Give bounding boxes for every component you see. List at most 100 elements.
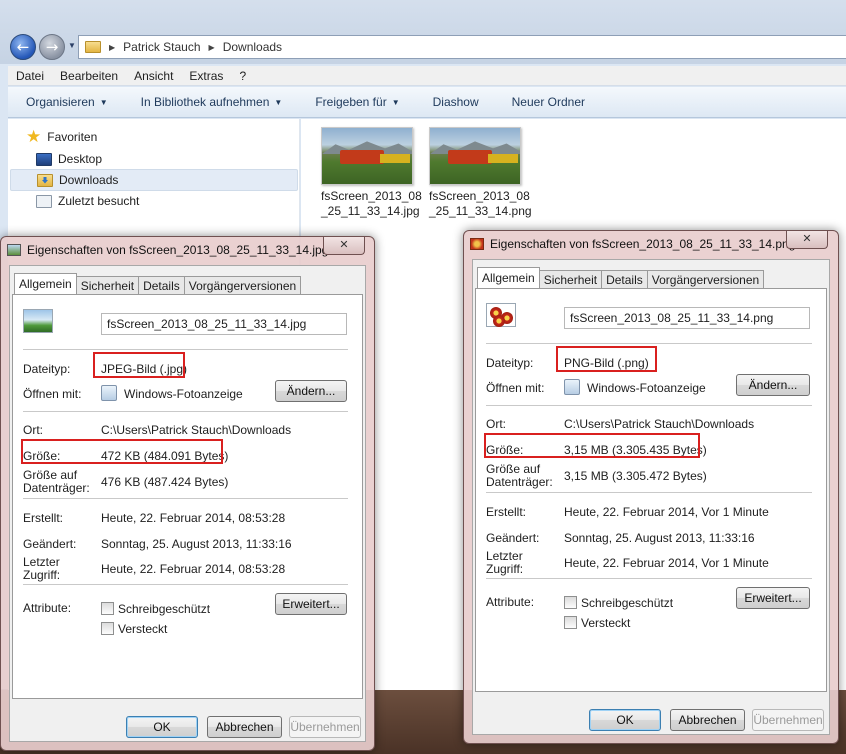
- share-button[interactable]: Freigeben für ▼: [297, 95, 414, 109]
- menu-file[interactable]: Datei: [8, 69, 52, 83]
- open-with-value: Windows-Fotoanzeige: [587, 381, 706, 395]
- readonly-checkbox[interactable]: [564, 596, 577, 609]
- slideshow-label: Diashow: [432, 95, 479, 109]
- nav-item-favorites[interactable]: ★ Favoriten: [10, 126, 298, 148]
- apply-button[interactable]: Übernehmen: [289, 716, 361, 738]
- created-label: Erstellt:: [486, 505, 527, 519]
- location-label: Ort:: [486, 417, 506, 431]
- hidden-checkbox[interactable]: [564, 616, 577, 629]
- ok-button[interactable]: OK: [589, 709, 661, 731]
- image-file-icon: [470, 238, 484, 250]
- breadcrumb-user[interactable]: Patrick Stauch: [123, 40, 200, 54]
- highlight-box: [21, 439, 223, 464]
- properties-dialog-jpg: Eigenschaften von fsScreen_2013_08_25_11…: [0, 236, 375, 751]
- chevron-down-icon: ▼: [99, 97, 108, 107]
- type-label: Dateityp:: [23, 362, 71, 376]
- tab-previous-versions[interactable]: Vorgängerversionen: [646, 270, 765, 288]
- photo-viewer-icon: [101, 385, 117, 401]
- modified-value: Sonntag, 25. August 2013, 11:33:16: [101, 537, 292, 551]
- menu-tools[interactable]: Extras: [181, 69, 231, 83]
- nav-label: Desktop: [58, 152, 103, 166]
- file-name: fsScreen_2013_08 _25_11_33_14.png: [429, 189, 532, 218]
- nav-item-desktop[interactable]: Desktop: [10, 148, 298, 170]
- nav-item-recent[interactable]: Zuletzt besucht: [10, 190, 298, 212]
- accessed-label: Letzter Zugriff:: [486, 549, 524, 576]
- close-button[interactable]: ✕: [323, 237, 365, 255]
- dialog-titlebar[interactable]: Eigenschaften von fsScreen_2013_08_25_11…: [464, 231, 838, 257]
- file-name: fsScreen_2013_08 _25_11_33_14.jpg: [321, 189, 422, 218]
- change-button[interactable]: Ändern...: [275, 380, 347, 402]
- jpg-file-icon: [23, 309, 53, 333]
- new-folder-label: Neuer Ordner: [511, 95, 586, 109]
- tab-strip: Allgemein Sicherheit Details Vorgängerve…: [14, 273, 302, 294]
- menu-view[interactable]: Ansicht: [126, 69, 181, 83]
- address-bar[interactable]: ▶ Patrick Stauch ▶ Downloads: [78, 35, 846, 59]
- cancel-button[interactable]: Abbrechen: [207, 716, 282, 738]
- location-value: C:\Users\Patrick Stauch\Downloads: [564, 417, 755, 431]
- advanced-button[interactable]: Erweitert...: [736, 587, 810, 609]
- file-thumbnail: [321, 127, 413, 185]
- organize-label: Organisieren: [26, 95, 95, 109]
- png-file-icon: [486, 303, 516, 327]
- apply-button[interactable]: Übernehmen: [752, 709, 824, 731]
- advanced-button[interactable]: Erweitert...: [275, 593, 347, 615]
- breadcrumb-downloads[interactable]: Downloads: [223, 40, 282, 54]
- file-thumbnail: [429, 127, 521, 185]
- properties-dialog-png: Eigenschaften von fsScreen_2013_08_25_11…: [463, 230, 839, 744]
- dialog-body: Allgemein Sicherheit Details Vorgängerve…: [9, 265, 366, 742]
- created-value: Heute, 22. Februar 2014, Vor 1 Minute: [564, 505, 769, 519]
- filename-input[interactable]: fsScreen_2013_08_25_11_33_14.jpg: [101, 313, 347, 335]
- tab-previous-versions[interactable]: Vorgängerversionen: [183, 276, 302, 294]
- slideshow-button[interactable]: Diashow: [415, 95, 494, 109]
- change-button[interactable]: Ändern...: [736, 374, 810, 396]
- cancel-button[interactable]: Abbrechen: [670, 709, 745, 731]
- tab-general[interactable]: Allgemein: [477, 267, 540, 288]
- general-panel: fsScreen_2013_08_25_11_33_14.png Dateity…: [475, 288, 827, 692]
- menu-edit[interactable]: Bearbeiten: [52, 69, 126, 83]
- library-button[interactable]: In Bibliothek aufnehmen ▼: [123, 95, 298, 109]
- size-on-disk-value: 476 KB (487.424 Bytes): [101, 475, 229, 489]
- tab-details[interactable]: Details: [601, 270, 648, 288]
- recent-places-icon: [36, 194, 52, 208]
- accessed-label: Letzter Zugriff:: [23, 555, 61, 582]
- nav-item-downloads[interactable]: Downloads: [10, 169, 298, 191]
- readonly-checkbox[interactable]: [101, 602, 114, 615]
- file-item-jpg[interactable]: fsScreen_2013_08 _25_11_33_14.jpg: [321, 127, 422, 219]
- dialog-body: Allgemein Sicherheit Details Vorgängerve…: [472, 259, 830, 735]
- command-bar: Organisieren ▼ In Bibliothek aufnehmen ▼…: [8, 87, 846, 118]
- tab-general[interactable]: Allgemein: [14, 273, 77, 294]
- organize-button[interactable]: Organisieren ▼: [8, 95, 123, 109]
- forward-button[interactable]: →: [39, 34, 65, 60]
- breadcrumb-arrow-icon[interactable]: ▶: [209, 43, 215, 52]
- dialog-titlebar[interactable]: Eigenschaften von fsScreen_2013_08_25_11…: [1, 237, 374, 263]
- readonly-label: Schreibgeschützt: [581, 596, 674, 610]
- menu-help[interactable]: ?: [231, 69, 254, 83]
- photo-viewer-icon: [564, 379, 580, 395]
- desktop-icon: [36, 152, 52, 166]
- breadcrumb-arrow-icon[interactable]: ▶: [109, 43, 115, 52]
- created-value: Heute, 22. Februar 2014, 08:53:28: [101, 511, 286, 525]
- size-on-disk-label: Größe auf Datenträger:: [23, 468, 90, 495]
- hidden-checkbox[interactable]: [101, 622, 114, 635]
- hidden-label: Versteckt: [118, 622, 168, 636]
- tab-strip: Allgemein Sicherheit Details Vorgängerve…: [477, 267, 765, 288]
- attributes-label: Attribute:: [23, 601, 72, 615]
- tab-security[interactable]: Sicherheit: [75, 276, 140, 294]
- history-dropdown-icon[interactable]: ▼: [68, 41, 76, 50]
- ok-button[interactable]: OK: [126, 716, 198, 738]
- back-button[interactable]: ←: [10, 34, 36, 60]
- tab-details[interactable]: Details: [138, 276, 185, 294]
- close-button[interactable]: ✕: [786, 231, 828, 249]
- new-folder-button[interactable]: Neuer Ordner: [494, 95, 600, 109]
- share-label: Freigeben für: [315, 95, 387, 109]
- tab-security[interactable]: Sicherheit: [538, 270, 603, 288]
- downloads-folder-icon: [37, 173, 53, 187]
- folder-icon: [85, 41, 101, 53]
- open-with-label: Öffnen mit:: [23, 387, 82, 401]
- location-label: Ort:: [23, 423, 43, 437]
- chevron-down-icon: ▼: [391, 97, 400, 107]
- filename-input[interactable]: fsScreen_2013_08_25_11_33_14.png: [564, 307, 810, 329]
- file-item-png[interactable]: fsScreen_2013_08 _25_11_33_14.png: [429, 127, 532, 219]
- created-label: Erstellt:: [23, 511, 64, 525]
- modified-label: Geändert:: [486, 531, 540, 545]
